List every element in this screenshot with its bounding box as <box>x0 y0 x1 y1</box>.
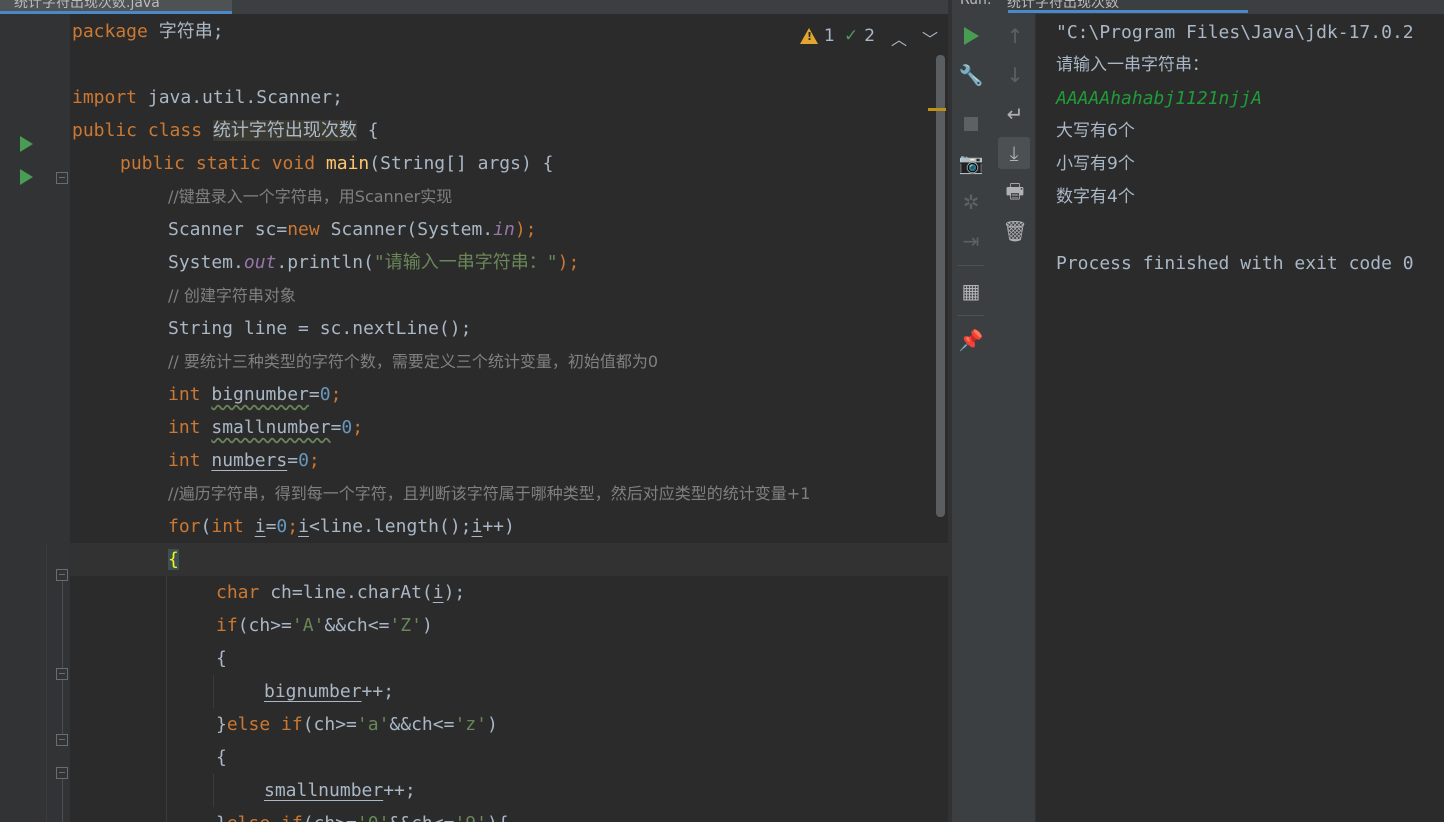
code-line: char ch=line.charAt(i); <box>216 582 466 603</box>
editor-tab-title: 统计字符出现次数.java <box>14 0 160 11</box>
fold-icon[interactable] <box>56 767 68 779</box>
code-line: }else if(ch>='a'&&ch<='z') <box>216 714 498 735</box>
indent-guide <box>46 543 47 822</box>
code-area[interactable]: package 字符串; import java.util.Scanner; p… <box>72 15 810 822</box>
class-name: 统计字符出现次数 <box>212 120 357 141</box>
toolbar-separator <box>958 315 984 316</box>
warnings-indicator[interactable]: 1 <box>800 24 835 48</box>
editor-tab-strip: 统计字符出现次数.java <box>0 0 948 14</box>
code-editor[interactable]: 统计字符出现次数.java package 字符串; import java.u… <box>0 0 948 822</box>
camera-icon[interactable]: 📷 <box>959 151 984 175</box>
run-main-icon[interactable] <box>20 169 33 185</box>
line-gutter[interactable] <box>0 14 70 822</box>
code-line: { <box>216 747 227 768</box>
console-line: 请输入一串字符串： <box>1056 55 1209 75</box>
console-line: 数字有4个 <box>1056 187 1135 207</box>
code-line: import java.util.Scanner; <box>72 87 343 108</box>
up-arrow-icon[interactable]: ↑ <box>1003 24 1027 48</box>
soft-wrap-icon[interactable]: ↵ <box>1003 102 1027 126</box>
layout-icon[interactable]: ▦ <box>959 279 983 303</box>
run-class-icon[interactable] <box>20 136 33 152</box>
code-line: for(int i=0;i<line.length();i++) <box>168 516 515 537</box>
toolbar-separator <box>958 265 984 266</box>
editor-scrollbar-thumb[interactable] <box>936 55 945 517</box>
code-line: System.out.println("请输入一串字符串："); <box>168 252 580 273</box>
check-icon: ✓ <box>844 26 859 46</box>
warning-stripe-marker[interactable] <box>928 108 946 111</box>
code-line: smallnumber++; <box>264 780 416 801</box>
code-line: }else if(ch>='0'&&ch<='9'){ <box>72 807 810 822</box>
rerun-button[interactable] <box>959 24 983 48</box>
pin-icon[interactable]: 📌 <box>959 328 984 352</box>
fold-guide <box>62 680 63 734</box>
console-line: 大写有6个 <box>1056 121 1135 141</box>
code-line: bignumber++; <box>264 681 395 702</box>
print-icon[interactable]: 🖶 <box>1003 179 1027 206</box>
trash-icon[interactable]: 🗑 <box>1002 219 1027 243</box>
code-line: //键盘录入一个字符串，用Scanner实现 <box>168 187 453 206</box>
run-label: Run: <box>960 0 992 8</box>
code-line: String line = sc.nextLine(); <box>168 318 472 339</box>
stop-icon <box>964 117 978 131</box>
code-line: { <box>216 648 227 669</box>
code-line: // 要统计三种类型的字符个数，需要定义三个统计变量，初始值都为0 <box>168 352 659 371</box>
code-line: // 创建字符串对象 <box>168 286 296 305</box>
console-line: 小写有9个 <box>1056 154 1135 174</box>
fold-icon[interactable] <box>56 668 68 680</box>
matched-brace: { <box>168 549 179 570</box>
warning-icon <box>800 28 818 44</box>
typos-indicator[interactable]: ✓ 2 <box>844 24 875 48</box>
code-line: package 字符串; <box>72 21 224 42</box>
code-line: if(ch>='A'&&ch<='Z') <box>216 615 433 636</box>
code-line: Scanner sc=new Scanner(System.in); <box>168 219 537 240</box>
run-tab-underline <box>1008 10 1248 13</box>
previous-highlight-button[interactable]: ︿ <box>891 26 907 50</box>
fold-guide <box>62 581 63 668</box>
code-line: int numbers=0; <box>168 450 320 471</box>
console-user-input: AAAAAhahabj1121njjA <box>1056 88 1262 109</box>
fold-icon[interactable] <box>56 734 68 746</box>
play-icon <box>963 27 979 45</box>
fold-icon[interactable] <box>56 569 68 581</box>
exit-icon[interactable]: ⇥ <box>959 229 983 253</box>
down-arrow-icon[interactable]: ↓ <box>1003 63 1027 87</box>
code-line: public class 统计字符出现次数 { <box>72 120 379 141</box>
next-highlight-button[interactable]: ﹀ <box>922 26 938 50</box>
console-toolbar <box>992 14 1036 822</box>
bug-icon[interactable]: ✲ <box>959 190 983 214</box>
code-line: int bignumber=0; <box>168 384 342 405</box>
code-line: { <box>72 543 810 576</box>
run-tool-header: Run: 统计字符出现次数 <box>952 0 1444 14</box>
editor-tab[interactable]: 统计字符出现次数.java <box>0 0 232 14</box>
scroll-to-end-icon[interactable]: ⤓ <box>998 137 1030 169</box>
code-line: //遍历字符串，得到每一个字符，且判断该字符属于哪种类型，然后对应类型的统计变量… <box>168 484 811 503</box>
console-line: Process finished with exit code 0 <box>1056 253 1414 274</box>
code-line: public static void main(String[] args) { <box>120 153 554 174</box>
console-line: "C:\Program Files\Java\jdk-17.0.2 <box>1056 22 1414 43</box>
stop-button[interactable] <box>959 112 983 136</box>
fold-icon[interactable] <box>56 172 68 184</box>
code-line: int smallnumber=0; <box>168 417 364 438</box>
console-output[interactable]: "C:\Program Files\Java\jdk-17.0.2 请输入一串字… <box>1036 14 1444 822</box>
fold-guide <box>62 779 63 822</box>
wrench-icon[interactable]: 🔧 <box>959 63 984 87</box>
